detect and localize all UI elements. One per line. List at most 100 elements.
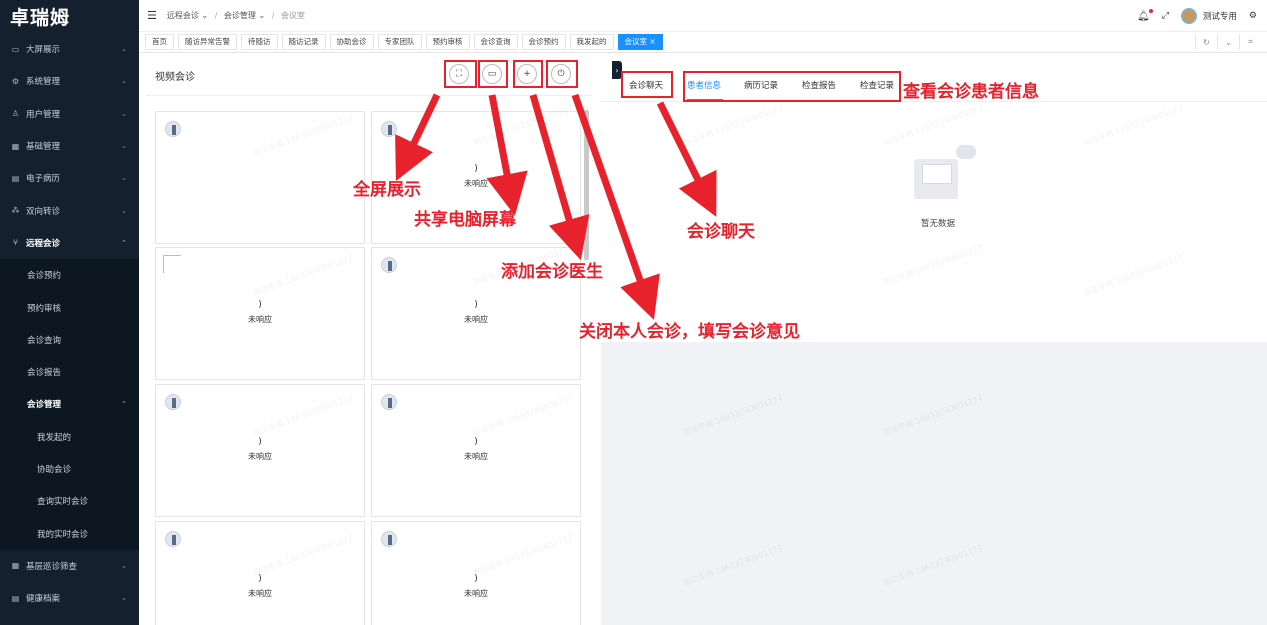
user-menu[interactable]: 测试专用 xyxy=(1180,8,1237,24)
annotation-fullscreen: 全屏展示 xyxy=(353,180,421,200)
record-icon: ▤ xyxy=(11,593,20,603)
sidebar-item-emr[interactable]: ▤ 电子病历 ⌄ xyxy=(0,162,139,194)
empty-inbox-icon xyxy=(914,159,958,199)
app-logo: 卓瑞姆 xyxy=(10,7,71,29)
doctor-avatar xyxy=(165,121,181,137)
sidebar-subitem[interactable]: 会诊预约 xyxy=(0,259,139,292)
annotation-box-patient xyxy=(683,71,901,102)
tab-pending-followup[interactable]: 待随访 xyxy=(241,34,278,50)
participant-status: 未响应 xyxy=(464,315,488,324)
participant-status: 未响应 xyxy=(248,452,272,461)
record-icon: ▤ xyxy=(11,173,20,183)
sidebar-subitem[interactable]: 我发起的 xyxy=(0,420,139,453)
sidebar-subitem-manage[interactable]: 会诊管理 ⌃ xyxy=(0,388,139,421)
sidebar-subitem[interactable]: 预约审核 xyxy=(0,291,139,324)
chevron-up-icon: ⌃ xyxy=(121,238,127,247)
grid-icon: ▦ xyxy=(11,141,20,151)
breadcrumb: 远程会诊 ⌄ / 会诊管理 ⌄ / 会议室 xyxy=(167,10,305,21)
chevron-down-icon: ⌄ xyxy=(121,109,127,118)
sidebar-subitem[interactable]: 会诊查询 xyxy=(0,323,139,356)
refresh-icon[interactable]: ↻ xyxy=(1195,34,1217,50)
panel-title: 视频会诊 xyxy=(155,72,195,83)
avatar xyxy=(1180,8,1197,24)
tab-followup-alert[interactable]: 随访异常告警 xyxy=(178,34,237,50)
participant-status: 未响应 xyxy=(248,589,272,598)
annotation-close: 关闭本人会诊，填写会诊意见 xyxy=(579,322,800,342)
empty-text: 暂无数据 xyxy=(920,219,955,229)
doctor-avatar xyxy=(381,257,397,273)
sidebar-item-label: 会诊报告 xyxy=(27,368,62,379)
sidebar-item-basic[interactable]: ▦ 基础管理 ⌄ xyxy=(0,130,139,162)
chevron-down-icon: ⌄ xyxy=(121,206,127,215)
doctor-avatar xyxy=(381,531,397,547)
scrollbar[interactable] xyxy=(584,110,589,260)
tab-followup-record[interactable]: 随访记录 xyxy=(281,34,326,50)
sidebar-subitem[interactable]: 会诊报告 xyxy=(0,355,139,389)
breadcrumb-separator: / xyxy=(214,11,218,20)
tab-meeting-room[interactable]: 会议室 × xyxy=(617,34,663,50)
sidebar-item-users[interactable]: ♙ 用户管理 ⌄ xyxy=(0,98,139,130)
chat-bubble-icon: ··· xyxy=(956,145,976,159)
sidebar-item-label: 我发起的 xyxy=(37,432,72,443)
expand-icon[interactable]: ⌗ xyxy=(1239,34,1261,50)
sidebar-item-label: 基层巡诊筛查 xyxy=(26,561,78,572)
menu-toggle-icon[interactable]: ☰ xyxy=(147,9,157,22)
fullscreen-icon[interactable]: ⤢ xyxy=(1162,11,1169,21)
monitor-icon: ▭ xyxy=(11,44,20,54)
tab-mine[interactable]: 我发起的 xyxy=(569,34,614,50)
sidebar-item-label: 会诊预约 xyxy=(27,271,62,282)
sidebar-item-dashboard[interactable]: ▭ 大屏展示 ⌄ xyxy=(0,33,139,65)
participant-name: ) xyxy=(474,164,478,174)
close-icon[interactable]: × xyxy=(649,37,655,46)
annotation-box-add xyxy=(513,60,543,88)
annotation-box-fullscreen xyxy=(444,60,477,88)
broken-image-icon xyxy=(163,255,181,273)
participant-name: ) xyxy=(258,437,262,447)
chevron-down-icon[interactable]: ⌄ xyxy=(1217,34,1239,50)
participant-name: ) xyxy=(474,300,478,310)
page-tabs: 首页 随访异常告警 待随访 随访记录 协助会诊 专家团队 预约审核 会诊查询 会… xyxy=(139,32,1267,53)
tab-home[interactable]: 首页 xyxy=(145,34,174,50)
breadcrumb-item[interactable]: 会诊管理 xyxy=(224,11,256,20)
sidebar-subitem[interactable]: 协助会诊 xyxy=(0,452,139,486)
bell-icon[interactable]: 🔔︎ xyxy=(1137,8,1153,22)
gear-icon[interactable]: ⚙ xyxy=(1249,11,1257,21)
sidebar-item-referral[interactable]: ⁂ 双向转诊 ⌄ xyxy=(0,194,139,226)
sidebar-item-label: 大屏展示 xyxy=(26,45,61,56)
tab-booking[interactable]: 会诊预约 xyxy=(521,34,566,50)
sidebar-item-label: 会诊查询 xyxy=(27,335,62,346)
annotation-box-share xyxy=(478,60,508,88)
tab-query[interactable]: 会诊查询 xyxy=(473,34,518,50)
doctor-avatar xyxy=(165,394,181,410)
sidebar-subitem[interactable]: 我的实时会诊 xyxy=(0,517,139,550)
sidebar-item-system[interactable]: ⚙ 系统管理 ⌄ xyxy=(0,65,139,97)
chevron-down-icon: ⌄ xyxy=(121,45,127,54)
sidebar-item-health-record[interactable]: ▤ 健康档案 ⌄ xyxy=(0,582,139,614)
annotation-patient: 查看会诊患者信息 xyxy=(903,82,1039,102)
share-icon: ⁂ xyxy=(11,206,20,216)
branch-icon: ⑂ xyxy=(13,238,18,248)
header-actions: 🔔︎ ⤢ 测试专用 ⚙ xyxy=(1137,0,1257,32)
tab-experts[interactable]: 专家团队 xyxy=(377,34,422,50)
sidebar-item-screening[interactable]: ▦ 基层巡诊筛查 ⌄ xyxy=(0,550,139,582)
annotation-box-chat xyxy=(621,71,673,98)
sidebar-item-remote[interactable]: ⑂ 远程会诊 ⌃ xyxy=(0,227,139,259)
tab-assist[interactable]: 协助会诊 xyxy=(329,34,374,50)
chevron-down-icon: ⌄ xyxy=(121,594,127,603)
notification-dot xyxy=(1148,8,1153,13)
grid-icon: ▦ xyxy=(11,561,20,571)
participant-status: 未响应 xyxy=(464,589,488,598)
video-card[interactable] xyxy=(155,111,365,244)
participant-name: ) xyxy=(258,300,262,310)
sidebar-item-label: 电子病历 xyxy=(26,174,61,185)
sidebar-subitem[interactable]: 查询实时会诊 xyxy=(0,485,139,518)
chevron-up-icon: ⌃ xyxy=(121,400,127,409)
breadcrumb-current: 会议室 xyxy=(280,11,305,20)
sidebar-item-label: 会诊管理 xyxy=(27,400,62,411)
tab-review[interactable]: 预约审核 xyxy=(425,34,470,50)
sidebar-item-label: 健康档案 xyxy=(26,594,61,605)
chevron-down-icon: ⌄ xyxy=(121,174,127,183)
breadcrumb-item[interactable]: 远程会诊 xyxy=(167,11,199,20)
user-icon: ♙ xyxy=(11,109,20,119)
sidebar-item-label: 基础管理 xyxy=(26,142,61,153)
